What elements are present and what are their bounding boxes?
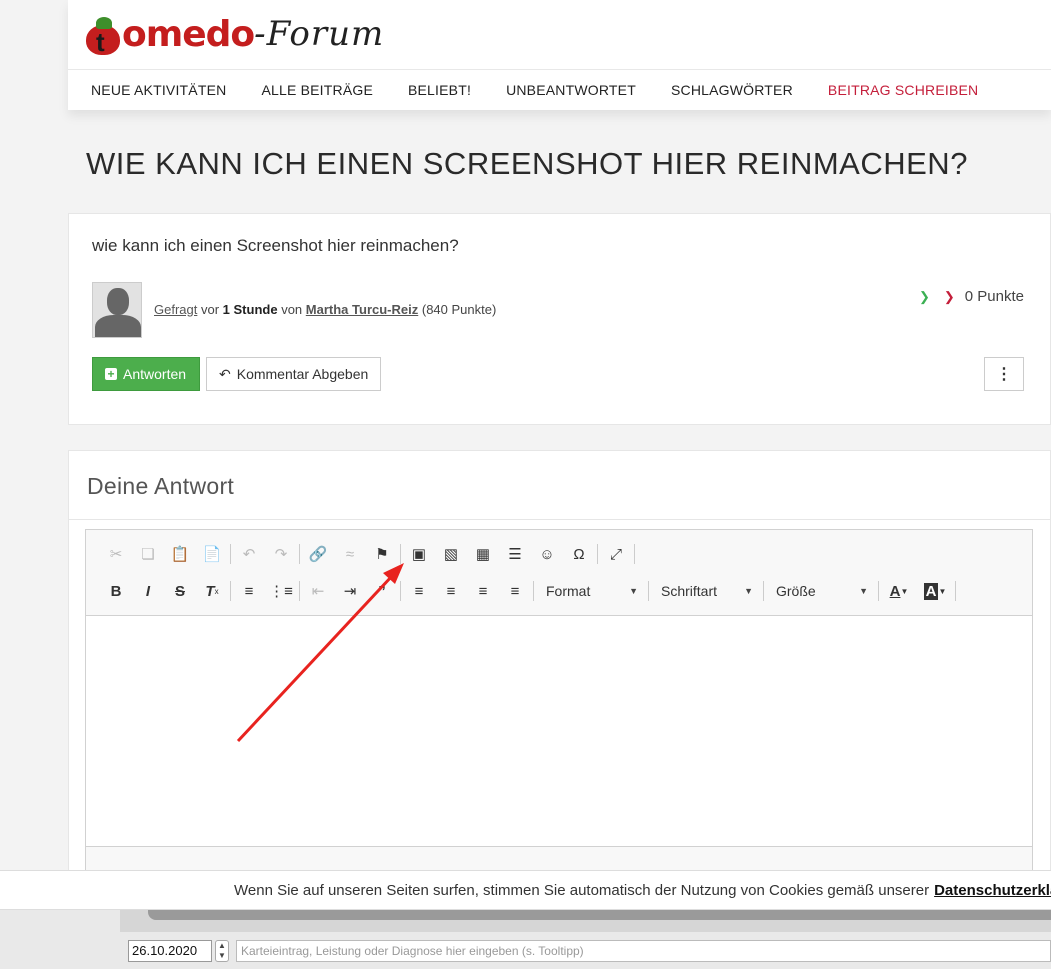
outdent-icon[interactable]: ⇤ bbox=[302, 578, 334, 604]
link-icon[interactable]: 🔗 bbox=[302, 541, 334, 567]
asked-link[interactable]: Gefragt bbox=[154, 302, 197, 317]
nav-unbeantwortet[interactable]: UNBEANTWORTET bbox=[506, 82, 636, 98]
question-panel: wie kann ich einen Screenshot hier reinm… bbox=[68, 213, 1051, 425]
author-points: (840 Punkte) bbox=[421, 302, 497, 317]
size-select[interactable]: Größe ▼ bbox=[766, 578, 876, 604]
background-app-strip: 26.10.2020 ▲ ▼ Karteieintrag, Leistung od… bbox=[0, 910, 1051, 969]
chevron-down-icon: ▼ bbox=[744, 586, 753, 596]
toolbar-row-2: B I S Tx ≡ ⋮≡ ⇤ ⇥ ” ≡ ≡ ≡ ≡ Format ▼ Sch… bbox=[100, 577, 958, 605]
editor-content-area[interactable] bbox=[86, 616, 1032, 846]
cookie-text: Wenn Sie auf unseren Seiten surfen, stim… bbox=[234, 881, 930, 899]
answer-button-label: Antworten bbox=[123, 366, 187, 382]
plus-square-icon: + bbox=[105, 368, 117, 380]
size-select-label: Größe bbox=[776, 583, 816, 599]
main-nav: NEUE AKTIVITÄTEN ALLE BEITRÄGE BELIEBT! … bbox=[68, 69, 1051, 110]
horizontal-line-icon[interactable]: ☰ bbox=[499, 541, 531, 567]
asked-time: 1 Stunde bbox=[222, 302, 278, 317]
rich-text-editor: ✂ ❏ 📋 📄 ↶ ↷ 🔗 ≈ ⚑ ▣ ▧ ▦ ☰ ☺ Ω ⤢ B I S T … bbox=[85, 529, 1033, 879]
unlink-icon[interactable]: ≈ bbox=[334, 541, 366, 567]
date-stepper[interactable]: ▲ ▼ bbox=[215, 940, 229, 962]
nav-alle-beitraege[interactable]: ALLE BEITRÄGE bbox=[261, 82, 373, 98]
logo-word-forum: -Forum bbox=[254, 14, 385, 54]
undo-icon[interactable]: ↶ bbox=[233, 541, 265, 567]
by-label: von bbox=[281, 302, 303, 317]
align-center-icon[interactable]: ≡ bbox=[435, 578, 467, 604]
align-right-icon[interactable]: ≡ bbox=[467, 578, 499, 604]
question-meta: Gefragt vor 1 Stunde von Martha Turcu-Re… bbox=[154, 302, 496, 317]
reply-arrow-icon: ↶ bbox=[219, 365, 231, 382]
editor-toolbar: ✂ ❏ 📋 📄 ↶ ↷ 🔗 ≈ ⚑ ▣ ▧ ▦ ☰ ☺ Ω ⤢ B I S T … bbox=[86, 530, 1032, 616]
anchor-flag-icon[interactable]: ⚑ bbox=[366, 541, 398, 567]
chevron-down-icon: ▼ bbox=[629, 586, 638, 596]
author-link[interactable]: Martha Turcu-Reiz bbox=[306, 302, 418, 317]
bold-icon[interactable]: B bbox=[100, 578, 132, 604]
comment-button[interactable]: ↶ Kommentar Abgeben bbox=[206, 357, 382, 391]
date-field[interactable]: 26.10.2020 bbox=[128, 940, 212, 962]
ago-prefix: vor bbox=[200, 302, 220, 317]
tomato-logo-icon: t bbox=[86, 15, 120, 55]
vertical-dots-icon: ⋮ bbox=[996, 366, 1012, 383]
nav-beitrag-schreiben[interactable]: BEITRAG SCHREIBEN bbox=[828, 82, 978, 98]
nav-schlagwoerter[interactable]: SCHLAGWÖRTER bbox=[671, 82, 793, 98]
italic-icon[interactable]: I bbox=[132, 578, 164, 604]
vote-widget: ❯ ❯ 0 Punkte bbox=[919, 288, 1024, 305]
maximize-icon[interactable]: ⤢ bbox=[600, 541, 632, 567]
comment-button-label: Kommentar Abgeben bbox=[236, 366, 369, 382]
avatar[interactable] bbox=[92, 282, 142, 338]
font-select-label: Schriftart bbox=[661, 583, 718, 599]
image-icon[interactable]: ▣ bbox=[403, 541, 435, 567]
font-select[interactable]: Schriftart ▼ bbox=[651, 578, 761, 604]
format-select-label: Format bbox=[546, 583, 591, 599]
more-options-button[interactable]: ⋮ bbox=[984, 357, 1024, 391]
paste-word-icon[interactable]: 📄 bbox=[196, 541, 228, 567]
text-color-icon[interactable]: A ▼ bbox=[881, 578, 917, 604]
table-icon[interactable]: ▦ bbox=[467, 541, 499, 567]
smiley-icon[interactable]: ☺ bbox=[531, 541, 563, 567]
numbered-list-icon[interactable]: ≡ bbox=[233, 578, 265, 604]
record-entry-input[interactable]: Karteieintrag, Leistung oder Diagnose hi… bbox=[236, 940, 1051, 962]
nav-beliebt[interactable]: BELIEBT! bbox=[408, 82, 471, 98]
background-color-icon[interactable]: A ▼ bbox=[917, 578, 953, 604]
format-select[interactable]: Format ▼ bbox=[536, 578, 646, 604]
toolbar-row-1: ✂ ❏ 📋 📄 ↶ ↷ 🔗 ≈ ⚑ ▣ ▧ ▦ ☰ ☺ Ω ⤢ bbox=[100, 540, 637, 568]
background-window bbox=[120, 910, 1051, 932]
site-header: t omedo -Forum NEUE AKTIVITÄTEN ALLE BEI… bbox=[68, 0, 1051, 110]
align-left-icon[interactable]: ≡ bbox=[403, 578, 435, 604]
vote-up-icon[interactable]: ❯ bbox=[919, 289, 930, 305]
strikethrough-icon[interactable]: S bbox=[164, 578, 196, 604]
site-logo[interactable]: t omedo -Forum bbox=[86, 6, 384, 62]
question-text: wie kann ich einen Screenshot hier reinm… bbox=[92, 236, 459, 255]
special-char-icon[interactable]: Ω bbox=[563, 541, 595, 567]
align-justify-icon[interactable]: ≡ bbox=[499, 578, 531, 604]
vote-count: 0 Punkte bbox=[964, 288, 1024, 305]
remove-format-icon[interactable]: Tx bbox=[196, 578, 228, 604]
indent-icon[interactable]: ⇥ bbox=[334, 578, 366, 604]
logo-word: omedo bbox=[122, 13, 255, 55]
bulleted-list-icon[interactable]: ⋮≡ bbox=[265, 578, 297, 604]
cut-icon[interactable]: ✂ bbox=[100, 541, 132, 567]
vote-down-icon[interactable]: ❯ bbox=[944, 289, 955, 305]
flash-embed-icon[interactable]: ▧ bbox=[435, 541, 467, 567]
answer-panel-title: Deine Antwort bbox=[87, 473, 235, 499]
page-title: WIE KANN ICH EINEN SCREENSHOT HIER REINM… bbox=[86, 146, 968, 181]
nav-neue-aktivitaeten[interactable]: NEUE AKTIVITÄTEN bbox=[91, 82, 226, 98]
chevron-down-icon: ▼ bbox=[859, 586, 868, 596]
privacy-link[interactable]: Datenschutzerklärung bbox=[934, 882, 1051, 899]
answer-button[interactable]: + Antworten bbox=[92, 357, 201, 391]
copy-icon[interactable]: ❏ bbox=[132, 541, 164, 567]
paste-icon[interactable]: 📋 bbox=[164, 541, 196, 567]
redo-icon[interactable]: ↷ bbox=[265, 541, 297, 567]
divider bbox=[69, 519, 1051, 520]
blockquote-icon[interactable]: ” bbox=[366, 578, 398, 604]
cookie-banner: Wenn Sie auf unseren Seiten surfen, stim… bbox=[0, 870, 1051, 910]
answer-panel: Deine Antwort ✂ ❏ 📋 📄 ↶ ↷ 🔗 ≈ ⚑ ▣ ▧ ▦ ☰ bbox=[68, 450, 1051, 880]
